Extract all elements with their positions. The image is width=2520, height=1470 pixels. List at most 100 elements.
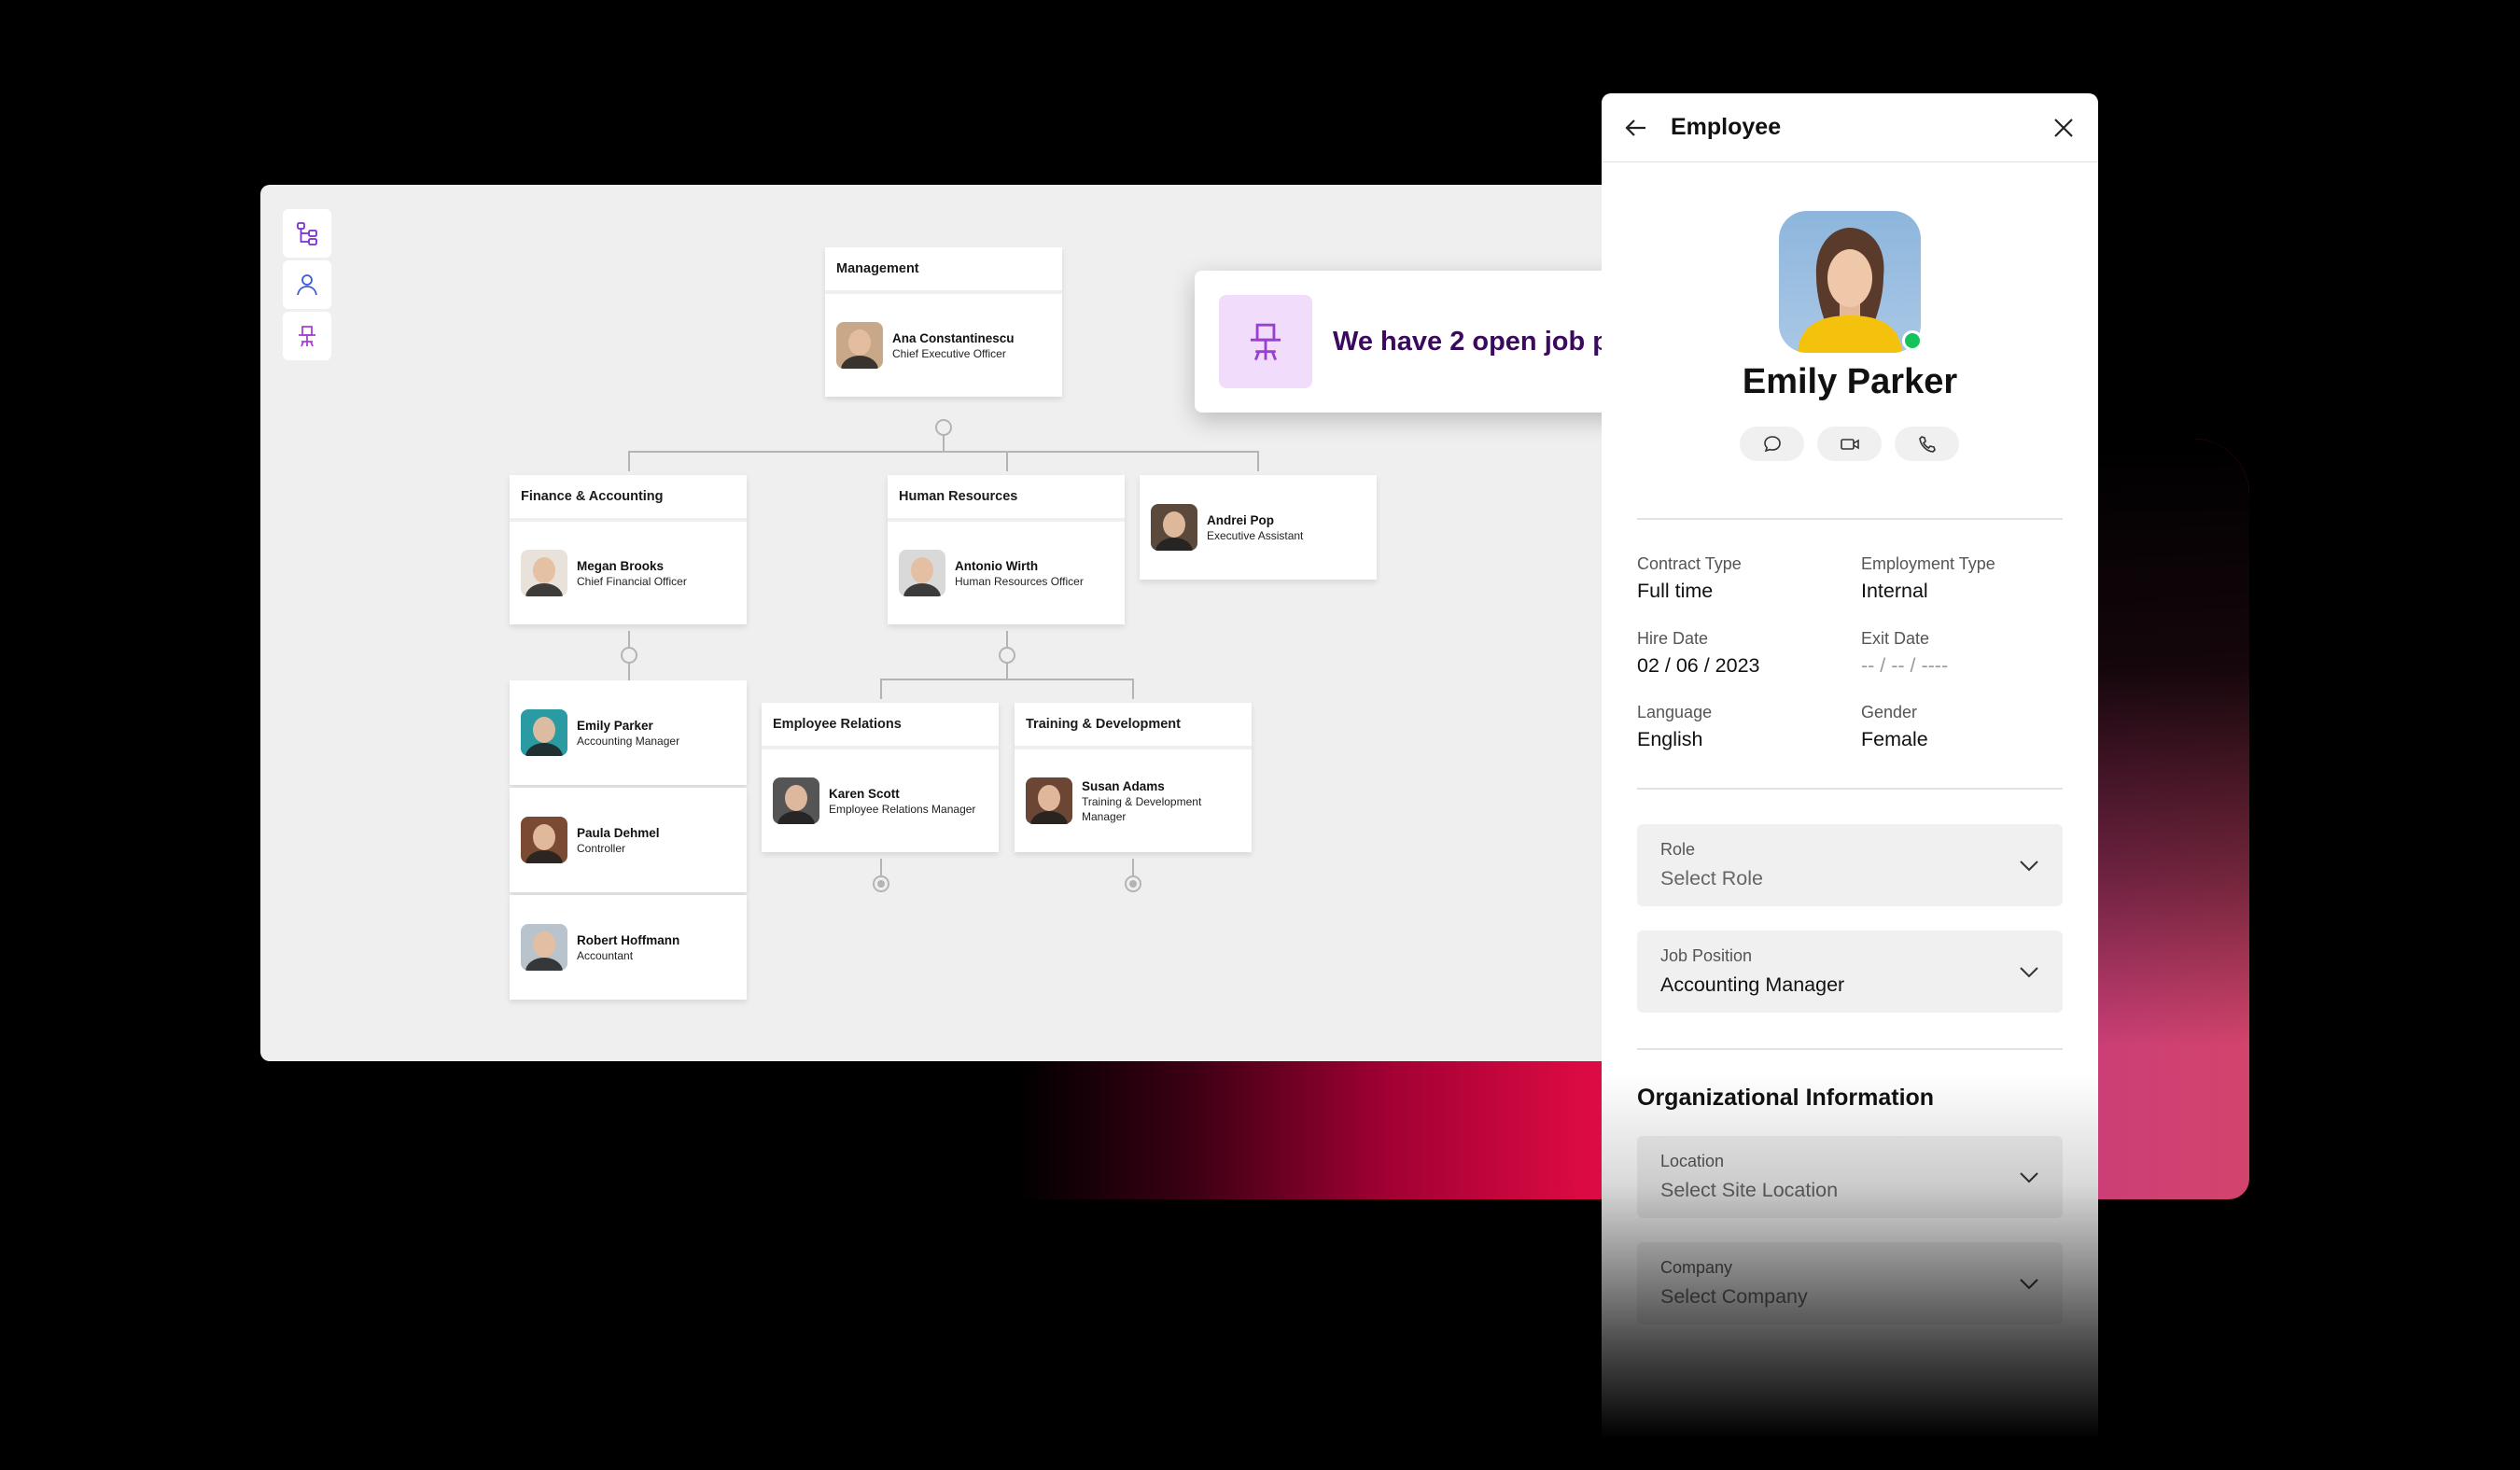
node-executive-assistant[interactable]: Andrei Pop Executive Assistant [1140,475,1377,580]
expand-toggle-finance[interactable] [621,647,637,664]
department-label: Management [825,247,1062,294]
employment-type-value: Internal [1861,580,1928,602]
back-button[interactable] [1622,114,1650,142]
node-finance-team-member[interactable]: Paula Dehmel Controller [510,788,747,892]
office-chair-icon [299,326,315,347]
person-card[interactable]: Antonio Wirth Human Resources Officer [888,522,1125,624]
department-label: Finance & Accounting [510,475,747,522]
person-name: Antonio Wirth [955,558,1039,573]
open-positions-view-button[interactable] [283,312,331,360]
gender-label: Gender [1861,703,1918,721]
connector-line [1132,859,1134,876]
chevron-down-icon [2020,1172,2038,1183]
node-management[interactable]: Management Ana Constantinescu Chief Execu… [825,247,1062,397]
role-select-value: Select Role [1660,867,1763,889]
profile-portrait [1798,228,1902,353]
connector-line [1257,451,1259,471]
avatar [1026,777,1072,824]
avatar [521,817,567,863]
user-icon [297,274,317,296]
company-select-label: Company [1660,1258,1733,1277]
connector-line [1006,664,1008,679]
person-name: Susan Adams [1082,778,1165,793]
video-call-button[interactable] [1817,427,1882,461]
job-position-select[interactable]: Job Position Accounting Manager [1637,931,2063,1013]
exit-date-value: -- / -- / ---- [1861,654,1949,677]
expand-toggle-hr[interactable] [999,647,1015,664]
chat-icon [1763,435,1781,452]
divider [1637,788,2063,790]
person-name: Megan Brooks [577,558,665,573]
avatar [899,550,945,596]
person-title: Training & Development Manager [1082,794,1202,823]
person-card[interactable]: Megan Brooks Chief Financial Officer [510,522,747,624]
employee-panel: Employee Emily Parker Contract Type Full… [1602,93,2098,1470]
people-view-button[interactable] [283,260,331,309]
phone-icon [1918,435,1936,453]
node-training-development[interactable]: Training & Development Susan Adams Traini… [1015,703,1252,852]
person-title: Chief Executive Officer [892,346,1006,360]
node-finance-accounting[interactable]: Finance & Accounting Megan Brooks Chief F… [510,475,747,624]
chevron-down-icon [2020,967,2038,978]
hierarchy-view-button[interactable] [283,209,331,258]
person-title: Human Resources Officer [955,574,1084,588]
panel-header: Employee [1602,93,2098,162]
company-select[interactable]: Company Select Company [1637,1242,2063,1324]
role-select[interactable]: Role Select Role [1637,824,2063,906]
chat-button[interactable] [1740,427,1804,461]
panel-title: Employee [1671,114,1782,140]
hierarchy-icon [297,222,317,245]
language-label: Language [1637,703,1713,721]
expand-toggle-root[interactable] [935,419,952,436]
chart-toolbar [283,209,331,360]
expand-toggle-training[interactable] [1125,875,1141,892]
language-value: English [1637,728,1703,750]
avatar [521,924,567,971]
person-name: Emily Parker [577,718,653,733]
profile-photo [1779,211,1921,353]
avatar [773,777,819,824]
node-finance-team-member[interactable]: Robert Hoffmann Accountant [510,895,747,1000]
chevron-down-icon [2020,1279,2038,1290]
gender-value: Female [1861,728,1928,750]
connector-line [1132,679,1134,699]
person-name: Karen Scott [829,786,900,801]
close-button[interactable] [2050,114,2078,142]
exit-date-label: Exit Date [1861,629,1930,648]
person-name: Ana Constantinescu [892,330,1015,345]
connector-line [880,679,1134,680]
person-title: Chief Financial Officer [577,574,687,588]
connector-line [1006,451,1008,471]
contract-type-value: Full time [1637,580,1714,602]
online-status-indicator [1902,330,1923,351]
screen: Management Ana Constantinescu Chief Execu… [0,0,2520,1470]
node-human-resources[interactable]: Human Resources Antonio Wirth Human Resou… [888,475,1125,624]
location-select-label: Location [1660,1152,1725,1170]
person-card[interactable]: Karen Scott Employee Relations Manager [762,749,999,852]
company-select-value: Select Company [1660,1285,1808,1308]
expand-toggle-employee-relations[interactable] [873,875,889,892]
node-employee-relations[interactable]: Employee Relations Karen Scott Employee R… [762,703,999,852]
phone-call-button[interactable] [1895,427,1959,461]
job-position-select-label: Job Position [1660,946,1753,965]
role-select-label: Role [1660,840,1696,859]
person-name: Andrei Pop [1207,512,1275,527]
location-select[interactable]: Location Select Site Location [1637,1136,2063,1218]
node-finance-team-member[interactable]: Emily Parker Accounting Manager [510,680,747,785]
avatar [521,550,567,596]
person-title: Controller [577,841,626,855]
person-card[interactable]: Susan Adams Training & Development Manage… [1015,749,1252,852]
toast-icon-tile [1219,295,1312,388]
department-label: Employee Relations [762,703,999,749]
divider [1637,518,2063,520]
section-heading: Organizational Information [1637,1085,1935,1111]
person-title: Employee Relations Manager [829,802,976,816]
close-icon [2054,118,2073,137]
connector-line [880,679,882,699]
chevron-down-icon [2020,861,2038,872]
divider [1637,1048,2063,1050]
connector-line [943,436,945,451]
location-select-value: Select Site Location [1660,1179,1839,1201]
avatar [1151,504,1197,551]
person-card[interactable]: Ana Constantinescu Chief Executive Office… [825,294,1062,397]
